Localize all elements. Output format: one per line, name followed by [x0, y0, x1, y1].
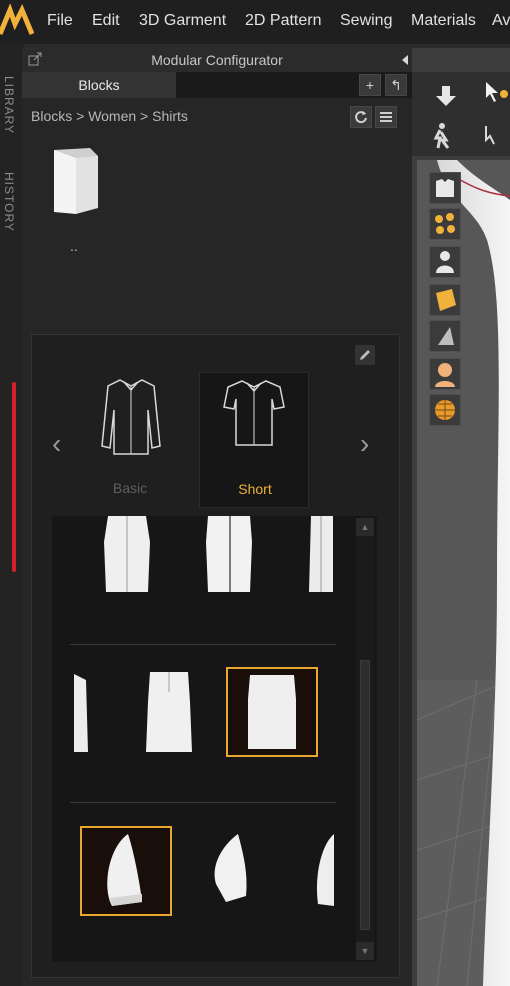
- viewport-toolbar: [412, 72, 510, 156]
- tool-garment-button[interactable]: [429, 172, 461, 204]
- menu-3d-garment[interactable]: 3D Garment: [139, 12, 226, 30]
- menu-edit[interactable]: Edit: [92, 12, 120, 30]
- breadcrumb[interactable]: Blocks > Women > Shirts: [31, 108, 188, 124]
- tool-fabric-button[interactable]: [429, 284, 461, 316]
- style-label-short: Short: [238, 481, 272, 497]
- logo-icon[interactable]: [0, 4, 34, 40]
- refresh-button[interactable]: [350, 106, 372, 128]
- block-thumbnail-selected[interactable]: [226, 667, 318, 757]
- style-label-basic: Basic: [112, 480, 148, 496]
- edit-icon: [360, 350, 370, 360]
- long-sleeve-shirt-icon: [101, 379, 161, 455]
- add-button[interactable]: +: [359, 74, 381, 96]
- tab-bar: Blocks + ↰: [22, 72, 412, 98]
- menu-sewing[interactable]: Sewing: [340, 12, 392, 30]
- list-view-button[interactable]: [375, 106, 397, 128]
- edit-button[interactable]: [355, 345, 375, 365]
- prev-style-button[interactable]: ‹: [52, 428, 61, 460]
- tab-blocks[interactable]: Blocks: [22, 72, 176, 98]
- block-thumbnail[interactable]: [204, 516, 254, 594]
- sleeve-thumbnail-selected[interactable]: [80, 826, 172, 916]
- tool-globe-button[interactable]: [429, 394, 461, 426]
- sleeve-thumbnail[interactable]: [314, 834, 334, 906]
- style-card-basic[interactable]: Basic: [75, 372, 185, 508]
- avatar-walk-icon[interactable]: [428, 122, 454, 150]
- sleeve-thumbnail[interactable]: [210, 834, 250, 902]
- block-thumbnail[interactable]: [144, 672, 194, 754]
- folder-label: ..: [70, 238, 78, 254]
- list-icon: [380, 112, 392, 122]
- scrollbar-thumb[interactable]: [360, 660, 370, 930]
- scroll-up-button[interactable]: ▲: [356, 518, 374, 536]
- skin-avatar-icon: [435, 363, 455, 387]
- next-style-button[interactable]: ›: [360, 428, 369, 460]
- back-bodice-icon: [248, 675, 296, 749]
- row-divider: [70, 644, 336, 645]
- block-thumbnail[interactable]: [74, 674, 88, 754]
- pin-icon[interactable]: [398, 54, 410, 66]
- panel-title: Modular Configurator: [151, 52, 283, 68]
- menu-avatar[interactable]: Av: [492, 12, 510, 30]
- arrangement-points-icon: [435, 213, 455, 234]
- style-card-short[interactable]: Short: [199, 372, 309, 508]
- arrow-down-icon[interactable]: [434, 84, 458, 108]
- tool-texture-button[interactable]: [429, 320, 461, 352]
- sleeve-icon: [107, 834, 142, 906]
- panel-title-bar: Modular Configurator: [22, 48, 412, 72]
- tool-arrangement-button[interactable]: [429, 208, 461, 240]
- menubar: File Edit 3D Garment 2D Pattern Sewing M…: [0, 0, 510, 44]
- avatar-icon: [436, 251, 454, 273]
- tool-skin-button[interactable]: [429, 358, 461, 390]
- short-sleeve-shirt-icon: [223, 380, 285, 446]
- rotate-icon[interactable]: [484, 124, 510, 150]
- block-thumbnail-grid: [52, 516, 377, 962]
- back-button[interactable]: ↰: [385, 74, 407, 96]
- block-thumbnail[interactable]: [307, 516, 333, 594]
- block-thumbnail[interactable]: [102, 516, 152, 594]
- annotation-marker: [12, 382, 16, 572]
- fabric-icon: [436, 289, 456, 311]
- scroll-down-button[interactable]: ▼: [356, 942, 374, 960]
- globe-icon: [435, 400, 455, 420]
- refresh-icon: [355, 111, 367, 124]
- tool-avatar-button[interactable]: [429, 246, 461, 278]
- tab-history[interactable]: HISTORY: [2, 172, 16, 232]
- select-icon[interactable]: [484, 80, 510, 106]
- row-divider: [70, 802, 336, 803]
- folder-icon[interactable]: [50, 146, 102, 214]
- texture-icon: [438, 327, 454, 345]
- menu-2d-pattern[interactable]: 2D Pattern: [245, 12, 321, 30]
- menu-materials[interactable]: Materials: [411, 12, 476, 30]
- menu-file[interactable]: File: [47, 12, 73, 30]
- garment-icon: [436, 179, 454, 197]
- tab-library[interactable]: LIBRARY: [2, 76, 16, 134]
